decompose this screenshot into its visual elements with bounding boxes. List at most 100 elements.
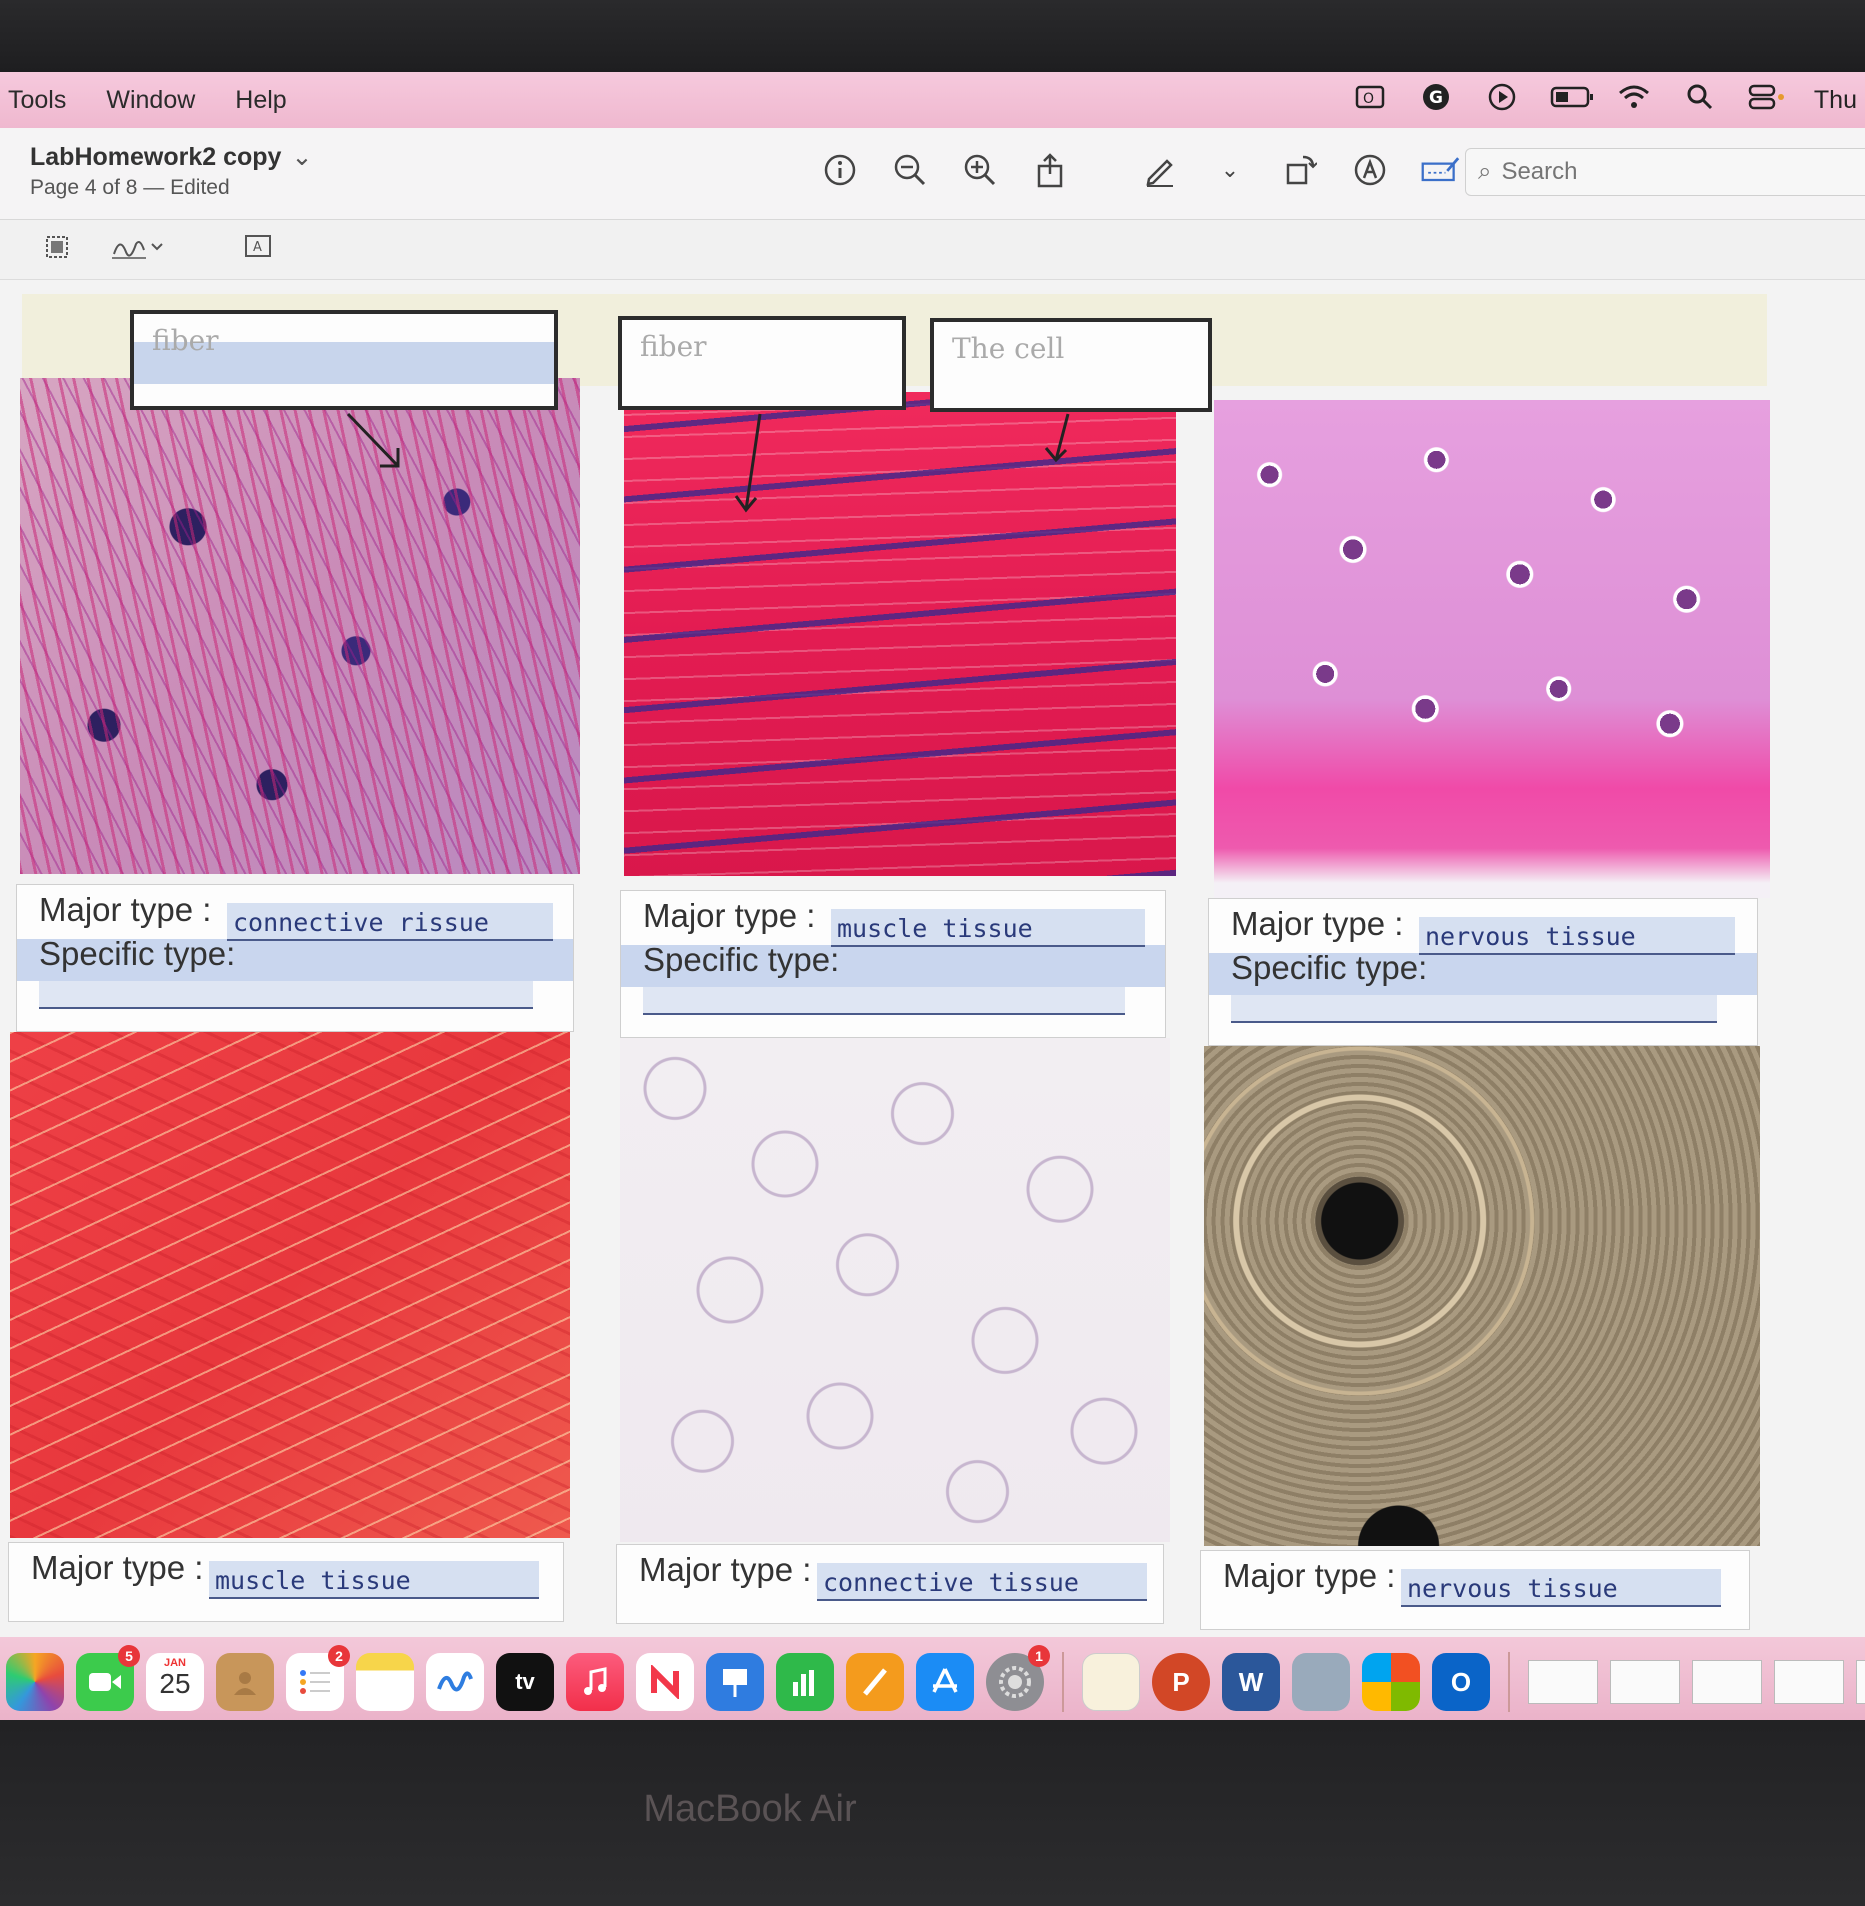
- specific-type-label: Specific type:: [643, 941, 840, 978]
- document-page: fiber fiber The cell Major type : connec…: [0, 280, 1865, 1700]
- document-title-text: LabHomework2 copy: [30, 143, 282, 171]
- markup-toolbar: A: [0, 220, 1865, 280]
- menu-window[interactable]: Window: [106, 86, 195, 115]
- share-icon[interactable]: [1030, 150, 1070, 190]
- minimized-window-thumbnail[interactable]: [1774, 1660, 1844, 1704]
- calendar-icon[interactable]: JAN 25: [146, 1653, 204, 1711]
- major-type-label: Major type :: [1231, 905, 1404, 942]
- microsoft-office-icon[interactable]: [1362, 1653, 1420, 1711]
- grammarly-icon[interactable]: G: [1418, 82, 1454, 119]
- major-type-field[interactable]: nervous tissue: [1401, 1569, 1721, 1607]
- powerpoint-icon[interactable]: P: [1152, 1653, 1210, 1711]
- menu-bar: Tools Window Help O G Thu: [0, 72, 1865, 128]
- minimized-window-thumbnail[interactable]: [1528, 1660, 1598, 1704]
- menubar-clock[interactable]: Thu: [1814, 86, 1857, 115]
- svg-text:O: O: [1363, 91, 1374, 107]
- specific-type-line: [1231, 1021, 1717, 1023]
- caption-4: Major type : muscle tissue: [8, 1542, 564, 1622]
- screen: Tools Window Help O G Thu LabHomework2 c…: [0, 72, 1865, 1720]
- major-type-field[interactable]: connective tissue: [817, 1563, 1147, 1601]
- outlook-status-icon[interactable]: O: [1352, 83, 1388, 118]
- annotate-a-icon[interactable]: [1350, 150, 1390, 190]
- search-input[interactable]: [1501, 158, 1802, 186]
- svg-text:G: G: [1429, 88, 1443, 108]
- document-title[interactable]: LabHomework2 copy ⌄: [30, 142, 312, 172]
- document-subtitle: Page 4 of 8 — Edited: [30, 176, 230, 199]
- form-fill-icon[interactable]: [1420, 150, 1460, 190]
- signature-icon[interactable]: [110, 234, 166, 269]
- micrograph-2: [624, 392, 1176, 876]
- search-icon: ⌕: [1478, 158, 1492, 185]
- dock-separator: [1062, 1652, 1064, 1712]
- specific-type-field[interactable]: [39, 981, 533, 1009]
- label-text: fiber: [640, 330, 707, 363]
- battery-icon[interactable]: [1550, 85, 1593, 116]
- dock: 5 JAN 25 2 tv 1 P W O: [0, 1637, 1865, 1720]
- menu-help[interactable]: Help: [235, 86, 286, 115]
- pages-icon[interactable]: [846, 1653, 904, 1711]
- rotate-icon[interactable]: [1280, 150, 1320, 190]
- news-icon[interactable]: [636, 1653, 694, 1711]
- music-icon[interactable]: [566, 1653, 624, 1711]
- reminders-icon[interactable]: 2: [286, 1645, 350, 1711]
- facetime-icon[interactable]: 5: [76, 1645, 140, 1711]
- major-type-field[interactable]: connective rissue: [227, 903, 553, 941]
- label-box-the-cell[interactable]: The cell: [930, 318, 1212, 412]
- arrow-3: [1044, 413, 1070, 463]
- major-type-field[interactable]: muscle tissue: [831, 909, 1145, 947]
- major-type-label: Major type :: [39, 891, 212, 928]
- outlook-icon[interactable]: O: [1432, 1653, 1490, 1711]
- specific-type-field[interactable]: [1231, 995, 1717, 1023]
- major-type-label: Major type :: [31, 1549, 204, 1586]
- minimized-window-thumbnail[interactable]: [1610, 1660, 1680, 1704]
- app-store-icon[interactable]: [916, 1653, 974, 1711]
- micrograph-1: [20, 378, 580, 874]
- freeform-icon[interactable]: [426, 1653, 484, 1711]
- markup-pen-icon[interactable]: [1140, 150, 1180, 190]
- contacts-icon[interactable]: [216, 1653, 274, 1711]
- caption-6: Major type : nervous tissue: [1200, 1550, 1750, 1630]
- laptop-brand: MacBook Air: [643, 1788, 857, 1830]
- document-app-icon[interactable]: [1082, 1653, 1140, 1711]
- apple-tv-icon[interactable]: tv: [496, 1653, 554, 1711]
- photos-icon[interactable]: [6, 1653, 64, 1711]
- specific-type-line: [643, 1013, 1125, 1015]
- selection-icon[interactable]: [44, 234, 70, 267]
- info-icon[interactable]: [820, 150, 860, 190]
- arrow-1: [346, 412, 400, 468]
- label-box-fiber-2[interactable]: fiber: [618, 316, 906, 410]
- search-field[interactable]: ⌕: [1465, 148, 1865, 196]
- laptop-bezel-top: [0, 0, 1865, 72]
- numbers-icon[interactable]: [776, 1653, 834, 1711]
- system-settings-icon[interactable]: 1: [986, 1645, 1050, 1711]
- minimized-window-thumbnail[interactable]: [1692, 1660, 1762, 1704]
- chevron-down-icon[interactable]: ⌄: [1210, 150, 1250, 190]
- zoom-in-icon[interactable]: [960, 150, 1000, 190]
- chevron-down-icon[interactable]: ⌄: [291, 143, 312, 171]
- word-icon[interactable]: W: [1222, 1653, 1280, 1711]
- caption-5: Major type : connective tissue: [616, 1544, 1164, 1624]
- label-text: The cell: [952, 332, 1065, 365]
- zoom-out-icon[interactable]: [890, 150, 930, 190]
- minimized-window-thumbnail[interactable]: [1856, 1660, 1865, 1704]
- control-center-icon[interactable]: [1748, 83, 1784, 118]
- status-area: O G Thu: [1352, 72, 1865, 128]
- keynote-icon[interactable]: [706, 1653, 764, 1711]
- text-box-icon[interactable]: A: [244, 234, 272, 265]
- label-box-fiber-1[interactable]: fiber: [130, 310, 558, 410]
- dock-separator: [1508, 1652, 1510, 1712]
- specific-type-label: Specific type:: [39, 935, 236, 972]
- specific-type-label: Specific type:: [1231, 949, 1428, 986]
- wifi-icon[interactable]: [1616, 83, 1652, 118]
- specific-type-field[interactable]: [643, 987, 1125, 1015]
- preview-icon[interactable]: [1292, 1653, 1350, 1711]
- caption-2: Major type : muscle tissue Specific type…: [620, 890, 1166, 1038]
- major-type-field[interactable]: nervous tissue: [1419, 917, 1735, 955]
- major-type-field[interactable]: muscle tissue: [209, 1561, 539, 1599]
- play-icon[interactable]: [1484, 82, 1520, 119]
- toolbar-icons: ⌄: [820, 150, 1460, 190]
- micrograph-6: [1204, 1046, 1760, 1546]
- spotlight-search-icon[interactable]: [1682, 83, 1718, 118]
- menu-tools[interactable]: Tools: [8, 86, 66, 115]
- notes-icon[interactable]: [356, 1653, 414, 1711]
